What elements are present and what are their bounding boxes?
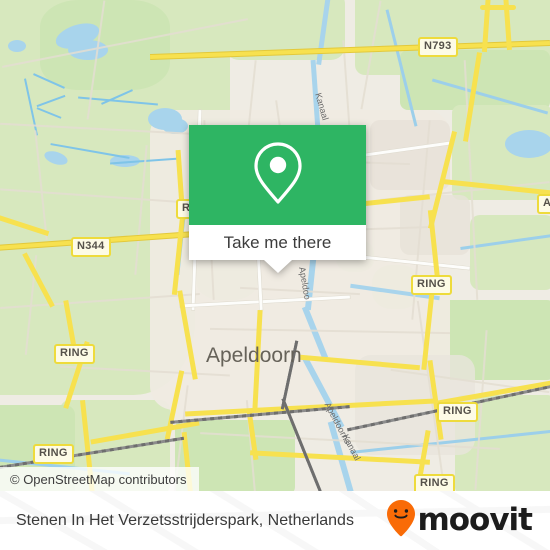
map-canvas[interactable]: N793N344RINGARINGRINGRINGRINGRING Kanaal… [0, 0, 550, 491]
map-page: N793N344RINGARINGRINGRINGRINGRING Kanaal… [0, 0, 550, 550]
take-me-there-button[interactable]: Take me there [224, 233, 332, 253]
map-attribution[interactable]: © OpenStreetMap contributors [0, 467, 199, 491]
street-label: Kanaal [340, 432, 363, 463]
page-footer: Stenen In Het Verzetsstrijderspark, Neth… [0, 491, 550, 550]
popup-pointer-tail [263, 260, 292, 273]
popup-header [189, 125, 366, 225]
attribution-text: © OpenStreetMap contributors [10, 471, 187, 487]
page-title: Stenen In Het Verzetsstrijderspark, Neth… [16, 511, 354, 529]
popup-footer[interactable]: Take me there [189, 225, 366, 273]
moovit-wordmark: moovit [417, 502, 533, 538]
moovit-logo[interactable]: moovit [386, 499, 533, 542]
map-pin-icon [251, 140, 305, 211]
location-popup[interactable]: Take me there [189, 125, 366, 273]
street-label: Kanaal [313, 91, 331, 122]
street-label: Apeldoo [297, 266, 313, 301]
moovit-smiley-pin-icon [386, 499, 416, 542]
city-label-apeldoorn: Apeldoorn [206, 344, 302, 367]
